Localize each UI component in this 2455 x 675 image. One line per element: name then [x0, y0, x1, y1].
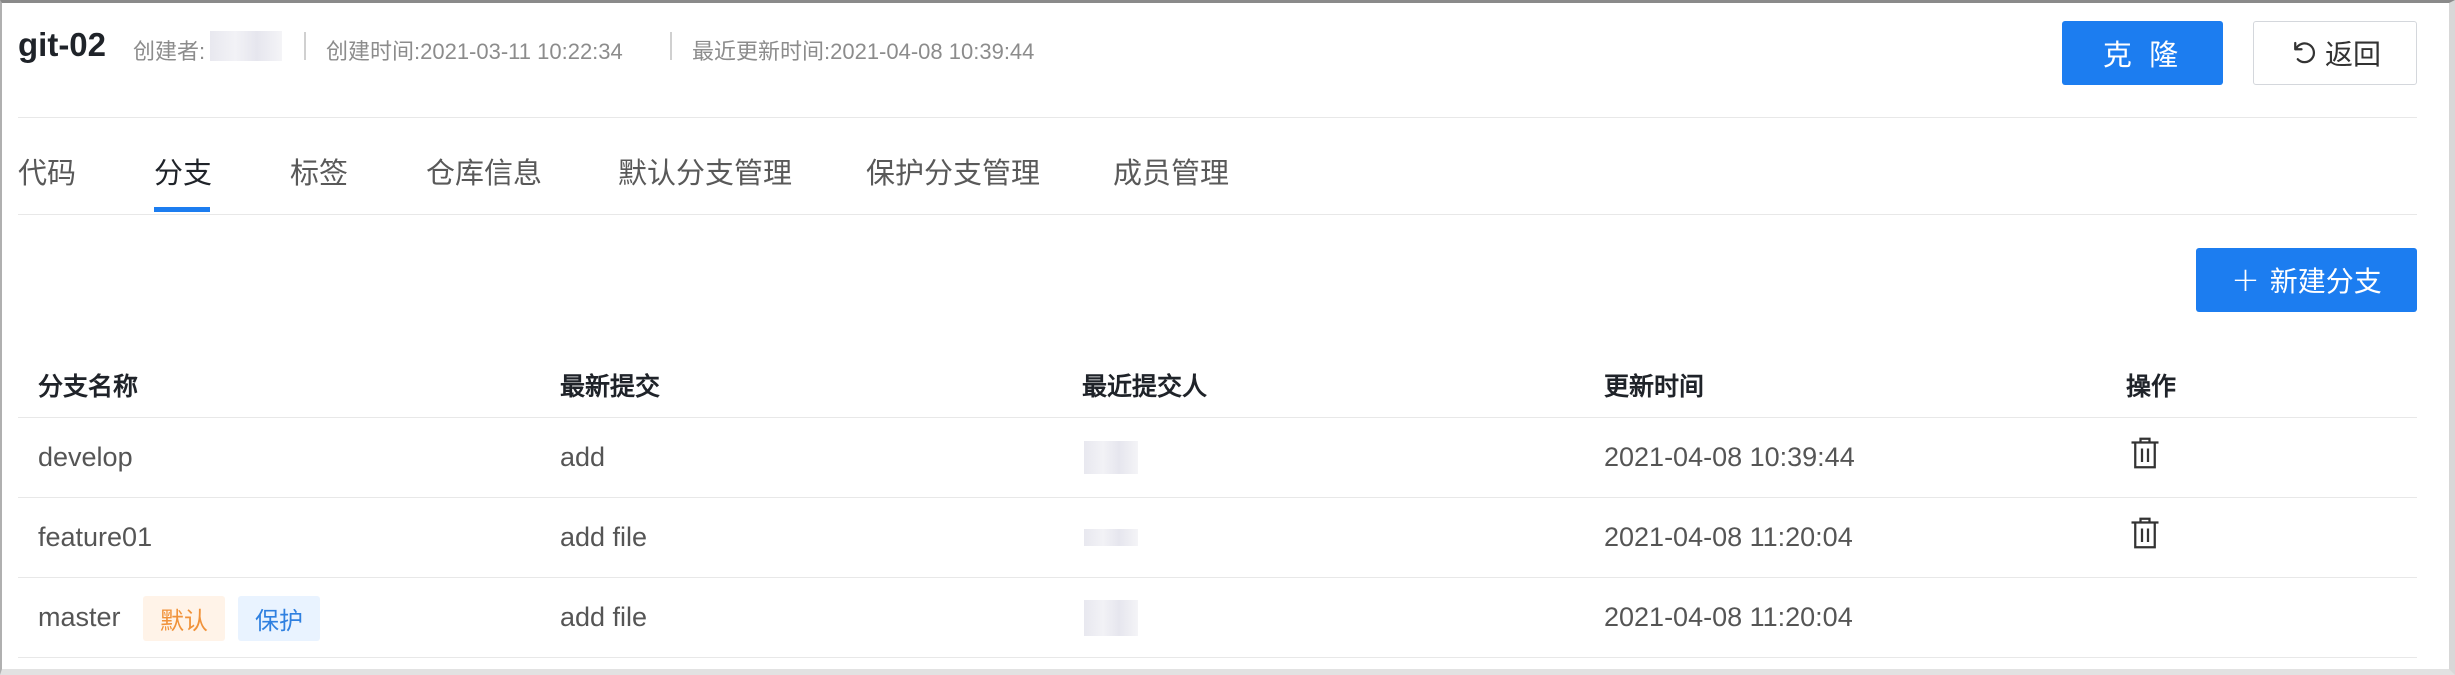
meta-separator [670, 32, 672, 60]
plus-icon: + [2231, 260, 2260, 300]
undo-arrow-icon [2294, 41, 2316, 64]
meta-separator [304, 32, 306, 60]
tabs-divider [18, 214, 2417, 215]
row-divider [18, 497, 2417, 498]
table-header-divider [18, 417, 2417, 418]
protected-tag: 保护 [238, 596, 320, 641]
committer-redacted [1084, 600, 1138, 636]
column-header-updated-time: 更新时间 [1604, 372, 1705, 401]
tab-members[interactable]: 成员管理 [1113, 150, 1229, 192]
tab-code[interactable]: 代码 [18, 150, 76, 192]
repo-name: git-02 [18, 26, 107, 63]
updated-time: 2021-04-08 11:20:04 [1604, 522, 1853, 552]
committer-redacted [1084, 529, 1138, 546]
tab-protected-branch[interactable]: 保护分支管理 [866, 150, 1040, 192]
branch-name[interactable]: feature01 [38, 522, 152, 553]
creator-avatar-redacted [210, 31, 282, 61]
tab-branches[interactable]: 分支 [154, 150, 212, 192]
updated-time: 最近更新时间:2021-04-08 10:39:44 [692, 39, 1035, 64]
latest-commit: add file [560, 602, 648, 632]
branch-name[interactable]: develop [38, 442, 133, 473]
branch-name[interactable]: master [38, 602, 121, 633]
tab-tags[interactable]: 标签 [290, 150, 348, 192]
new-branch-label: 新建分支 [2269, 265, 2382, 298]
column-header-committer: 最近提交人 [1082, 372, 1208, 401]
row-divider [18, 657, 2417, 658]
latest-commit: add [560, 442, 606, 472]
active-tab-indicator [154, 207, 210, 212]
committer-redacted [1084, 441, 1138, 474]
clone-button[interactable]: 克 隆 [2062, 21, 2223, 85]
window-frame [0, 0, 2455, 675]
default-tag: 默认 [143, 596, 225, 641]
column-header-branch-name: 分支名称 [38, 372, 139, 401]
latest-commit: add file [560, 522, 648, 552]
new-branch-button[interactable]: + 新建分支 [2196, 248, 2417, 312]
trash-icon[interactable] [2130, 516, 2160, 550]
column-header-actions: 操作 [2126, 372, 2177, 401]
column-header-latest-commit: 最新提交 [560, 372, 661, 401]
tab-repo-info[interactable]: 仓库信息 [426, 150, 542, 192]
row-divider [18, 577, 2417, 578]
updated-time: 2021-04-08 11:20:04 [1604, 602, 1853, 632]
creator-label: 创建者: [133, 39, 206, 64]
trash-icon[interactable] [2130, 436, 2160, 470]
updated-time: 2021-04-08 10:39:44 [1604, 442, 1855, 472]
header-divider [18, 117, 2417, 118]
back-button[interactable]: 返回 [2253, 21, 2417, 85]
created-time: 创建时间:2021-03-11 10:22:34 [326, 39, 623, 64]
back-button-label: 返回 [2324, 38, 2381, 71]
tab-default-branch[interactable]: 默认分支管理 [618, 150, 792, 192]
